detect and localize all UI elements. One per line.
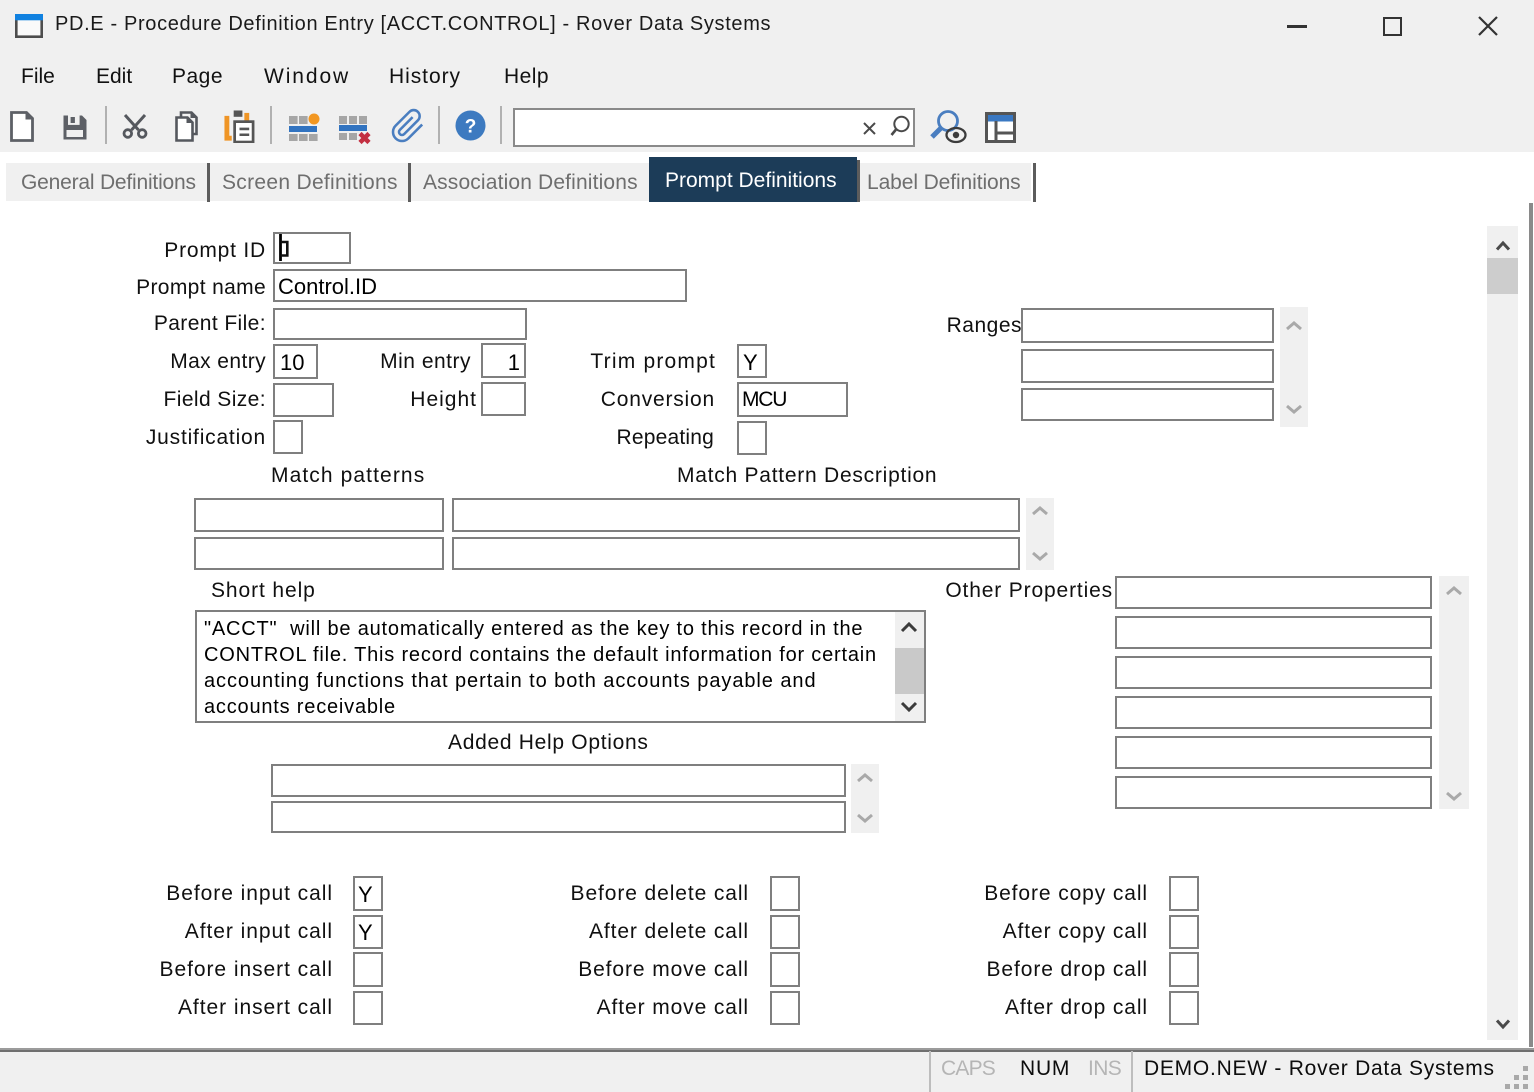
svg-text:?: ? (465, 117, 477, 138)
